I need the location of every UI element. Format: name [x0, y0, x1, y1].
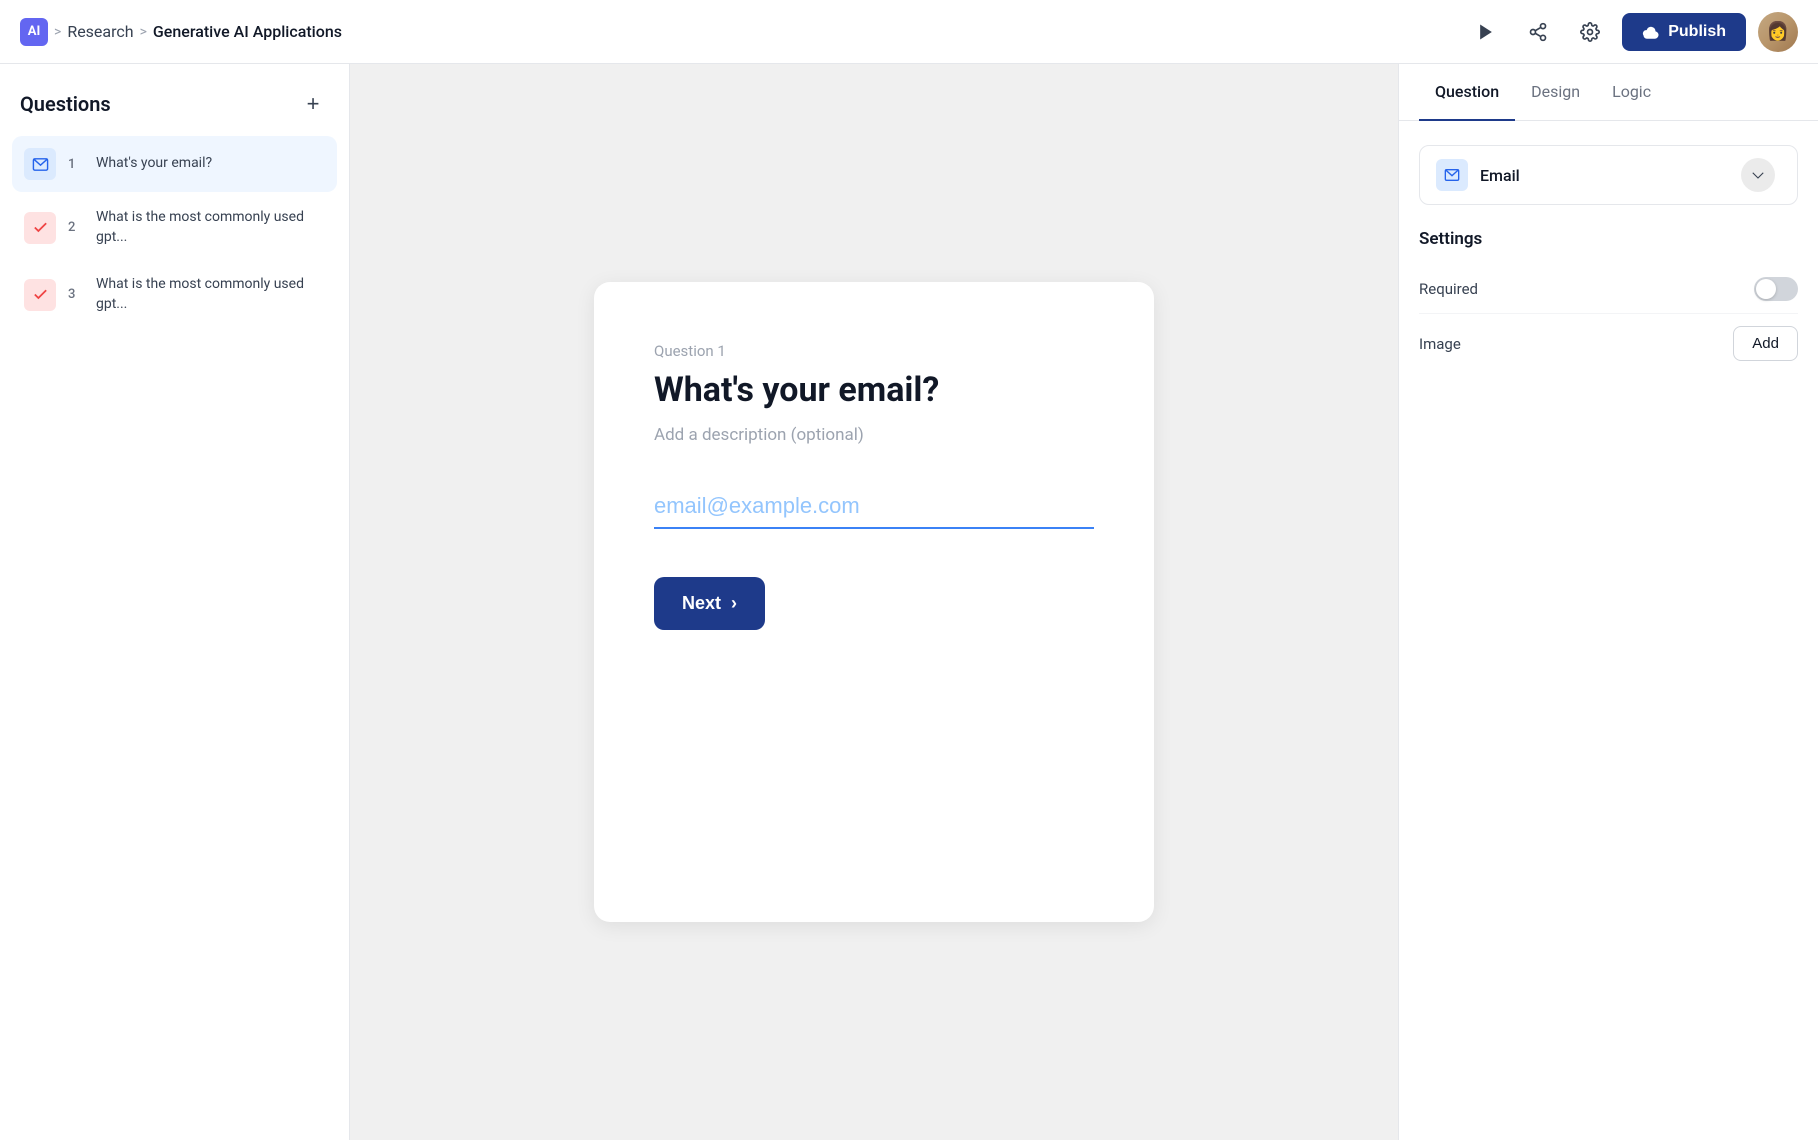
play-button[interactable]: [1466, 12, 1506, 52]
breadcrumb-sep-1: >: [54, 24, 61, 40]
next-button[interactable]: Next ›: [654, 577, 765, 630]
sidebar: Questions + 1 What's your email?: [0, 64, 350, 1140]
type-dropdown[interactable]: Email: [1419, 145, 1798, 205]
publish-button[interactable]: Publish: [1622, 13, 1746, 51]
check-question-icon: [24, 212, 56, 244]
topbar-actions: Publish 👩: [1466, 12, 1798, 52]
question-number: 1: [68, 157, 84, 172]
question-number: 2: [68, 220, 84, 235]
breadcrumb-current: Generative AI Applications: [153, 22, 342, 41]
ai-logo[interactable]: AI: [20, 18, 48, 46]
main-layout: Questions + 1 What's your email?: [0, 64, 1818, 1140]
list-item[interactable]: 1 What's your email?: [12, 136, 337, 192]
question-title: What's your email?: [654, 370, 1094, 411]
tab-design[interactable]: Design: [1515, 64, 1596, 121]
email-input[interactable]: [654, 493, 1094, 519]
settings-section: Settings Required Image Add: [1419, 225, 1798, 373]
preview-card: Question 1 What's your email? Add a desc…: [594, 282, 1154, 922]
question-text: What is the most commonly used gpt...: [96, 208, 325, 247]
image-row: Image Add: [1419, 314, 1798, 373]
type-left: Email: [1436, 159, 1520, 191]
right-panel: Question Design Logic Email: [1398, 64, 1818, 1140]
type-label: Email: [1480, 166, 1520, 185]
add-image-button[interactable]: Add: [1733, 326, 1798, 361]
image-label: Image: [1419, 335, 1461, 353]
publish-label: Publish: [1668, 23, 1726, 41]
share-button[interactable]: [1518, 12, 1558, 52]
question-text: What's your email?: [96, 154, 212, 174]
email-question-icon: [24, 148, 56, 180]
email-input-wrapper: [654, 493, 1094, 529]
next-label: Next: [682, 593, 721, 614]
tab-logic[interactable]: Logic: [1596, 64, 1667, 121]
next-arrow-icon: ›: [731, 593, 737, 614]
list-item[interactable]: 2 What is the most commonly used gpt...: [12, 196, 337, 259]
breadcrumb-research[interactable]: Research: [67, 22, 133, 41]
check-question-icon-2: [24, 279, 56, 311]
question-label: Question 1: [654, 342, 1094, 360]
question-number: 3: [68, 287, 84, 302]
list-item[interactable]: 3 What is the most commonly used gpt...: [12, 263, 337, 326]
settings-button[interactable]: [1570, 12, 1610, 52]
center-preview: Question 1 What's your email? Add a desc…: [350, 64, 1398, 1140]
breadcrumb-sep-2: >: [140, 24, 147, 40]
breadcrumb: AI > Research > Generative AI Applicatio…: [20, 18, 342, 46]
toggle-thumb: [1756, 279, 1776, 299]
required-toggle[interactable]: [1754, 277, 1798, 301]
question-list: 1 What's your email? 2 What is the most …: [0, 136, 349, 326]
required-label: Required: [1419, 280, 1478, 298]
add-question-button[interactable]: +: [297, 88, 329, 120]
avatar[interactable]: 👩: [1758, 12, 1798, 52]
panel-tabs: Question Design Logic: [1399, 64, 1818, 121]
email-type-icon: [1436, 159, 1468, 191]
sidebar-title: Questions: [20, 92, 111, 116]
sidebar-header: Questions +: [0, 64, 349, 136]
question-text: What is the most commonly used gpt...: [96, 275, 325, 314]
cursor-hover-circle: [1741, 158, 1775, 192]
required-row: Required: [1419, 265, 1798, 314]
settings-heading: Settings: [1419, 229, 1798, 249]
topbar: AI > Research > Generative AI Applicatio…: [0, 0, 1818, 64]
panel-content: Email Settings Required: [1399, 121, 1818, 397]
tab-question[interactable]: Question: [1419, 64, 1515, 121]
question-description: Add a description (optional): [654, 425, 1094, 445]
